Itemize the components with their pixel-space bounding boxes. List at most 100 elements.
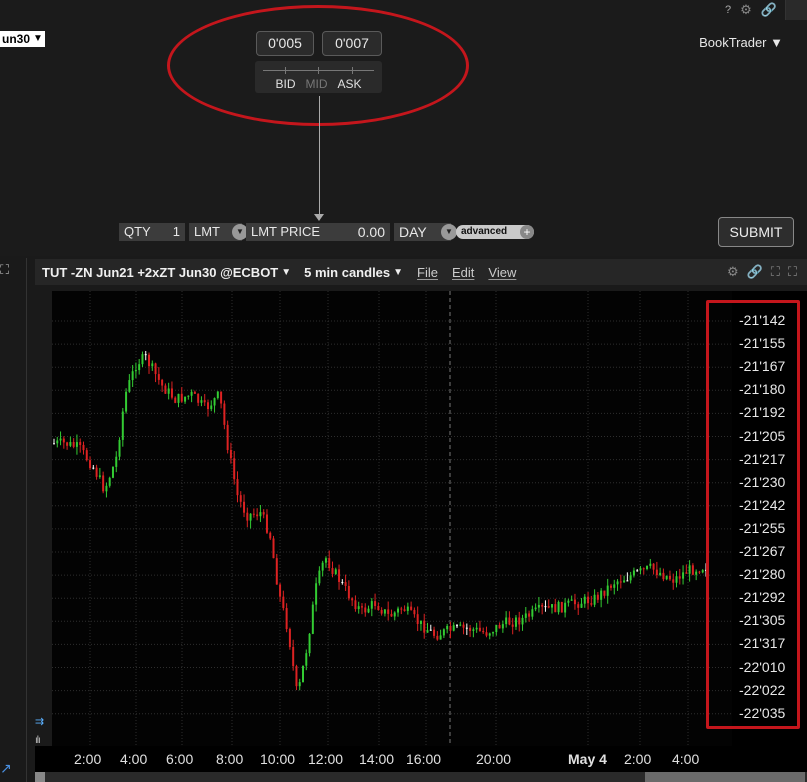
gear-icon[interactable]: ⚙ <box>740 2 752 18</box>
dropdown-icon[interactable]: ▼ <box>441 224 457 240</box>
candle-body <box>419 620 422 624</box>
candle-body <box>59 438 62 441</box>
x-tick-label: 2:00 <box>74 751 102 767</box>
candle-body <box>305 653 308 666</box>
candle-body <box>406 606 409 611</box>
candle-body <box>383 609 386 614</box>
candle-body <box>632 570 635 576</box>
candle-body <box>111 466 114 478</box>
candle-body <box>570 599 573 601</box>
candle-body <box>374 601 377 606</box>
x-tick-label: 6:00 <box>166 751 194 767</box>
period-select[interactable]: 5 min candles <box>304 265 390 280</box>
menu-file[interactable]: File <box>417 265 438 280</box>
scrollbar-thumb[interactable] <box>645 772 805 782</box>
menu-view[interactable]: View <box>488 265 516 280</box>
candle-body <box>695 571 698 575</box>
x-tick-label: 14:00 <box>359 751 395 767</box>
candle-body <box>403 609 406 611</box>
candle-body <box>416 614 419 624</box>
candle-body <box>285 608 288 630</box>
chevron-down-icon[interactable]: ▼ <box>393 267 403 278</box>
candle-body <box>134 370 137 372</box>
candle-body <box>413 609 416 615</box>
candle-body <box>216 391 219 399</box>
candle-body <box>272 538 275 559</box>
candle-body <box>249 513 252 521</box>
chart-window-controls: ⚙ 🔗 ⛶ ⛶ <box>727 264 797 280</box>
candle-body <box>66 442 69 446</box>
x-tick-label: 16:00 <box>406 751 442 767</box>
candle-body <box>475 627 478 630</box>
time-in-force-select[interactable]: DAY ▼ <box>394 223 457 241</box>
plus-icon[interactable]: + <box>520 225 534 239</box>
order-type-select[interactable]: LMT ▼ <box>189 223 248 241</box>
cursor-icon[interactable]: ⇉ <box>35 716 44 728</box>
help-icon[interactable]: ? <box>725 4 731 16</box>
candle-body <box>567 600 570 603</box>
candle-body <box>89 460 92 469</box>
candle-body <box>534 607 537 610</box>
order-entry-panel: ? ⚙ 🔗 un30 ▼ 0'005 0'007 BID MID ASK Boo… <box>0 0 807 256</box>
candle-body <box>485 632 488 636</box>
candle-body <box>498 624 501 629</box>
candle-body <box>360 606 363 608</box>
arrow-icon[interactable]: ↗ <box>0 760 14 776</box>
expand-icon[interactable]: ⛶ <box>0 262 9 278</box>
candle-body <box>580 603 583 608</box>
x-tick-label: 4:00 <box>672 751 700 767</box>
bars-icon[interactable]: ılı <box>35 735 41 746</box>
side-panel-strip: ⛶ <box>0 258 27 782</box>
candle-body <box>593 594 596 605</box>
candle-body <box>688 565 691 574</box>
candle-body <box>685 572 688 574</box>
candle-body <box>541 604 544 607</box>
annotation-rectangle <box>706 300 800 729</box>
expand-icon[interactable]: ⛶ <box>788 264 797 280</box>
candle-body <box>514 617 517 627</box>
chart-title[interactable]: TUT -ZN Jun21 +2xZT Jun30 @ECBOT <box>42 265 278 280</box>
candle-body <box>659 572 662 576</box>
chevron-down-icon[interactable]: ▼ <box>281 267 291 278</box>
candle-body <box>537 604 540 608</box>
candle-body <box>609 585 612 588</box>
chart-scrollbar[interactable] <box>35 772 807 782</box>
gear-icon[interactable]: ⚙ <box>727 264 739 280</box>
candle-body <box>164 385 167 394</box>
booktrader-menu[interactable]: BookTrader ▼ <box>699 35 783 50</box>
link-icon[interactable]: 🔗 <box>747 264 763 280</box>
candle-body <box>682 572 685 579</box>
candle-body <box>125 391 128 412</box>
candle-body <box>691 565 694 575</box>
limit-price-value: 0.00 <box>357 224 385 240</box>
limit-price-field[interactable]: LMT PRICE 0.00 <box>246 223 390 241</box>
candle-body <box>544 606 547 608</box>
time-axis[interactable]: 2:00 4:00 6:00 8:00 10:00 12:00 14:00 16:00 20:0… <box>35 746 807 772</box>
candle-body <box>347 586 350 599</box>
submit-button[interactable]: SUBMIT <box>718 217 794 247</box>
candle-body <box>400 608 403 610</box>
price-chart[interactable] <box>52 291 732 746</box>
menu-edit[interactable]: Edit <box>452 265 474 280</box>
candle-body <box>619 581 622 583</box>
expand-icon[interactable]: ⛶ <box>771 264 780 280</box>
candlestick-chart[interactable] <box>52 291 732 746</box>
candle-body <box>128 380 131 392</box>
symbol-selector[interactable]: un30 ▼ <box>0 31 45 47</box>
candle-body <box>302 665 305 683</box>
candle-body <box>288 629 291 647</box>
candle-body <box>462 624 465 628</box>
candle-body <box>528 613 531 617</box>
candle-body <box>318 570 321 584</box>
candle-body <box>564 602 567 613</box>
candle-body <box>410 606 413 610</box>
candle-body <box>161 379 164 386</box>
candle-body <box>82 444 85 451</box>
scroll-left-icon[interactable] <box>35 772 45 782</box>
quantity-field[interactable]: QTY 1 <box>119 223 185 241</box>
candle-body <box>626 580 629 582</box>
x-tick-label: 2:00 <box>624 751 652 767</box>
advanced-button[interactable]: advanced + <box>456 225 534 239</box>
link-icon[interactable]: 🔗 <box>761 2 777 18</box>
candle-body <box>220 391 223 404</box>
